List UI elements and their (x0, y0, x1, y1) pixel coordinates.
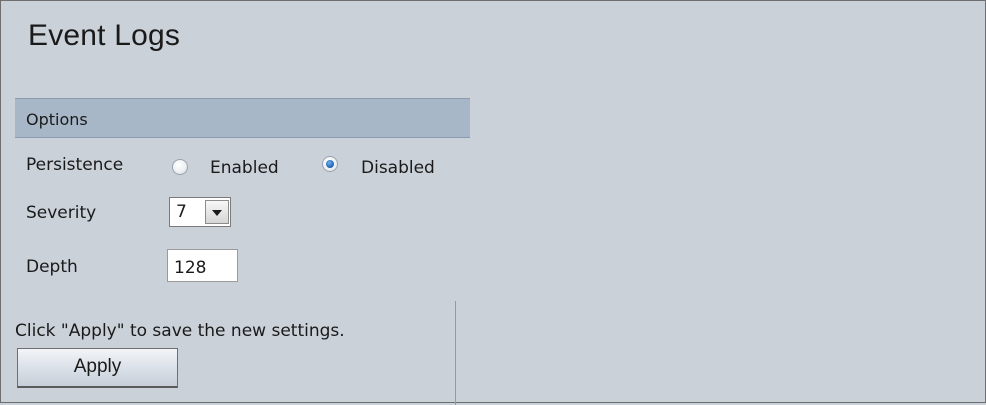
depth-input[interactable] (167, 249, 238, 282)
chevron-down-icon[interactable] (205, 200, 229, 224)
page-title: Event Logs (28, 19, 181, 52)
options-panel-header: Options (15, 98, 470, 138)
severity-select[interactable]: 7 (169, 197, 231, 227)
page-frame: Event Logs Options Persistence Enabled D… (0, 0, 986, 405)
options-header-label: Options (26, 110, 88, 129)
persistence-enabled-radio[interactable] (172, 159, 188, 175)
panel-divider (455, 301, 456, 405)
persistence-label: Persistence (26, 155, 124, 175)
severity-value: 7 (176, 202, 187, 222)
persistence-disabled-label[interactable]: Disabled (361, 158, 435, 178)
severity-label: Severity (26, 203, 97, 223)
apply-button[interactable]: Apply (17, 348, 178, 388)
apply-hint-text: Click "Apply" to save the new settings. (15, 321, 345, 341)
depth-label: Depth (26, 257, 78, 277)
persistence-disabled-radio[interactable] (322, 156, 338, 172)
persistence-enabled-label[interactable]: Enabled (210, 158, 279, 178)
